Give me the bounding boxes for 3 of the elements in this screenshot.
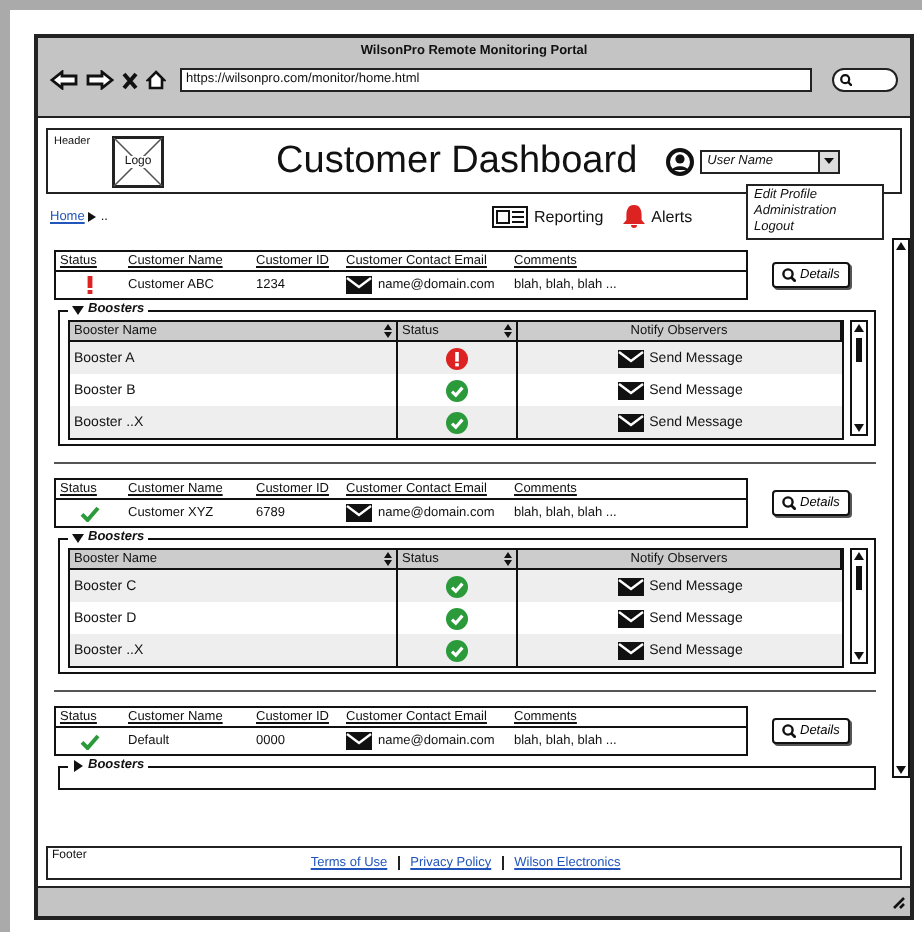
page-title: Customer Dashboard: [276, 139, 638, 183]
nav-link[interactable]: Reporting: [533, 207, 604, 225]
nav-link[interactable]: Alerts: [651, 207, 693, 225]
